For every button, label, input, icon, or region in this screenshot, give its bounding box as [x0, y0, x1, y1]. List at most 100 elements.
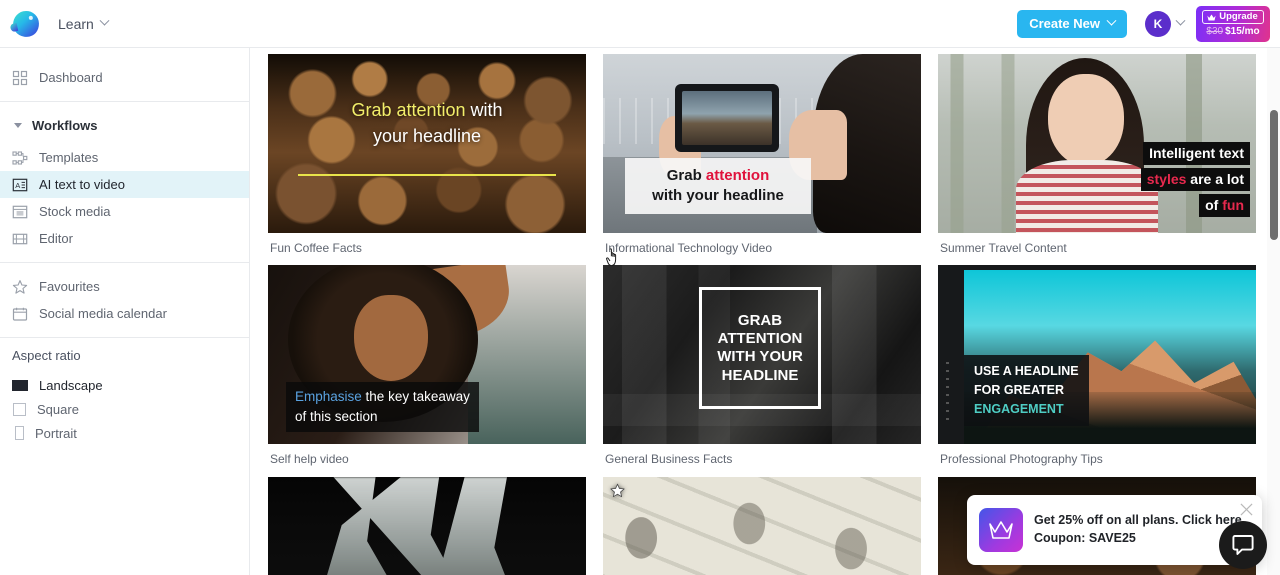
overlay-underline: [298, 174, 556, 176]
sidebar-group-label: Workflows: [32, 117, 98, 133]
sidebar-item-label: Favourites: [39, 279, 100, 294]
avatar: K: [1145, 10, 1171, 37]
template-thumbnail[interactable]: Emphasise the key takeaway of this secti…: [268, 265, 586, 445]
upgrade-old-price: $30: [1206, 26, 1224, 38]
thumbnail-overlay-text: Emphasise the key takeaway of this secti…: [286, 381, 479, 433]
template-thumbnail[interactable]: USE A HEADLINE FOR GREATER ENGAGEMENT: [938, 265, 1256, 445]
sidebar-item-label: Templates: [39, 150, 99, 165]
striped-shirt: [1016, 160, 1158, 233]
face-shape: [1048, 74, 1124, 166]
chat-bubble-icon: [1232, 535, 1254, 555]
template-thumbnail[interactable]: Grab attention with your headline: [268, 54, 586, 233]
sidebar-divider-3: [0, 337, 249, 338]
calendar-icon: [12, 307, 28, 321]
template-card[interactable]: Intelligent text styles are a lot of fun…: [938, 54, 1256, 255]
template-card[interactable]: Grab attention with your headline Fun Co…: [268, 54, 586, 255]
sidebar: Dashboard Workflows Templates A AI text …: [0, 48, 250, 575]
crown-icon: [989, 521, 1013, 539]
overlay-rest: the key takeaway: [361, 388, 470, 404]
template-thumbnail[interactable]: Intelligent text styles are a lot of fun: [938, 54, 1256, 233]
page-scrollbar-thumb[interactable]: [1270, 110, 1278, 240]
learn-menu[interactable]: Learn: [52, 11, 114, 37]
crown-icon: [1207, 14, 1216, 20]
chat-widget-button[interactable]: [1219, 521, 1267, 569]
sidebar-divider-1: [0, 101, 249, 102]
water-splash: [324, 476, 516, 575]
overlay-line2: of this section: [295, 409, 378, 425]
stock-media-icon: [12, 205, 28, 218]
overlay-line1: USE A HEADLINE: [974, 364, 1079, 379]
thumbnail-overlay-text: USE A HEADLINE FOR GREATER ENGAGEMENT: [964, 355, 1089, 427]
template-card[interactable]: [268, 476, 586, 575]
aspect-option-square[interactable]: Square: [0, 397, 249, 421]
overlay-highlight: attention: [705, 167, 770, 184]
grid-icon: [12, 70, 28, 85]
upgrade-pill: Upgrade: [1202, 9, 1264, 25]
face-shape: [354, 295, 428, 382]
aspect-option-portrait[interactable]: Portrait: [0, 421, 249, 445]
template-card-label: Professional Photography Tips: [940, 452, 1103, 467]
chevron-down-icon: [99, 15, 110, 26]
learn-label: Learn: [58, 15, 94, 32]
overlay-frame: GRAB ATTENTION WITH YOUR HEADLINE: [699, 287, 821, 410]
star-icon: [12, 279, 28, 294]
thumbnail-overlay-text: Intelligent text styles are a lot of fun: [1140, 142, 1250, 220]
aspect-option-label: Landscape: [39, 377, 103, 393]
overlay-line2: FOR GREATER: [974, 382, 1065, 397]
template-card-label: Fun Coffee Facts: [270, 241, 362, 255]
thumbnail-overlay-text: Grab attention with your headline: [625, 158, 811, 214]
overlay-highlight: Grab attention: [351, 100, 466, 120]
chevron-down-icon: [1106, 15, 1117, 26]
thumbnail-overlay-text: Grab attention with your headline: [268, 98, 586, 149]
create-new-label: Create New: [1029, 16, 1100, 31]
sidebar-item-favourites[interactable]: Favourites: [0, 273, 249, 300]
template-card[interactable]: GRAB ATTENTION WITH YOUR HEADLINE Genera…: [603, 265, 921, 466]
app-logo[interactable]: [0, 8, 52, 39]
sidebar-item-label: Social media calendar: [39, 306, 167, 321]
sidebar-item-label: Editor: [39, 231, 73, 246]
template-card[interactable]: USE A HEADLINE FOR GREATER ENGAGEMENT Pr…: [938, 265, 1256, 466]
tablet-screen: [682, 91, 772, 145]
sidebar-item-dashboard[interactable]: Dashboard: [0, 64, 249, 91]
portrait-swatch-icon: [15, 426, 24, 440]
account-menu[interactable]: K: [1145, 10, 1186, 37]
upgrade-button[interactable]: Upgrade $30 $15/mo: [1196, 5, 1270, 42]
star-icon[interactable]: [610, 483, 625, 498]
create-new-button[interactable]: Create New: [1017, 9, 1127, 38]
side-dots-decoration: [946, 362, 949, 427]
template-card[interactable]: [603, 476, 921, 575]
promo-toast[interactable]: Get 25% off on all plans. Click here Cou…: [967, 495, 1262, 565]
template-thumbnail[interactable]: Grab attention with your headline: [603, 54, 921, 233]
aspect-option-landscape[interactable]: Landscape: [0, 373, 249, 397]
sidebar-divider-2: [0, 262, 249, 263]
sidebar-item-social-media-calendar[interactable]: Social media calendar: [0, 300, 249, 327]
aspect-option-label: Portrait: [35, 425, 77, 441]
close-icon[interactable]: [1240, 503, 1253, 516]
triangle-down-icon: [14, 122, 22, 128]
overlay-highlight: fun: [1222, 196, 1244, 213]
overlay-highlight: Emphasise: [295, 388, 362, 404]
promo-line-2: Coupon: SAVE25: [1034, 531, 1136, 545]
overlay-rest: Grab: [666, 167, 706, 184]
upgrade-price: $30 $15/mo: [1206, 26, 1259, 37]
template-card-label: General Business Facts: [605, 452, 733, 467]
template-thumbnail[interactable]: [603, 476, 921, 575]
sidebar-item-stock-media[interactable]: Stock media: [0, 198, 249, 225]
chevron-down-icon: [1175, 15, 1186, 26]
sidebar-item-templates[interactable]: Templates: [0, 144, 249, 171]
template-card[interactable]: Grab attention with your headline Inform…: [603, 54, 921, 255]
template-thumbnail[interactable]: GRAB ATTENTION WITH YOUR HEADLINE: [603, 265, 921, 445]
landscape-swatch-icon: [12, 379, 28, 391]
sidebar-item-ai-text-to-video[interactable]: A AI text to video: [0, 171, 249, 198]
sidebar-item-editor[interactable]: Editor: [0, 225, 249, 252]
template-thumbnail[interactable]: [268, 476, 586, 575]
overlay-rest: are a lot: [1186, 170, 1244, 187]
sidebar-item-label: Stock media: [39, 204, 111, 219]
sidebar-group-workflows[interactable]: Workflows: [0, 112, 249, 138]
template-card-label: Summer Travel Content: [940, 241, 1067, 255]
template-card-label: Informational Technology Video: [605, 241, 773, 255]
template-card[interactable]: Emphasise the key takeaway of this secti…: [268, 265, 586, 466]
tablet-device: [675, 84, 779, 152]
promo-crown-badge: [979, 508, 1023, 552]
overlay-highlight: styles: [1146, 170, 1187, 187]
